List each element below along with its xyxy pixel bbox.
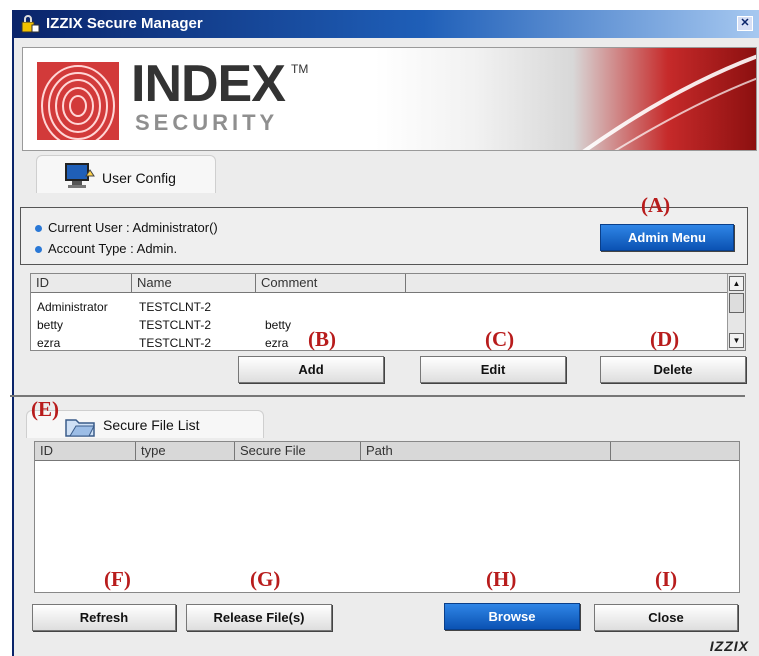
column-header-secure-file[interactable]: Secure File (235, 442, 361, 461)
cell-name: TESTCLNT-2 (139, 336, 212, 350)
cell-id: ezra (37, 336, 61, 350)
secure-file-table[interactable]: ID type Secure File Path (34, 441, 740, 593)
brand-sub-text: SECURITY (135, 110, 279, 135)
tab-label-user-config: User Config (102, 170, 176, 186)
column-header-path[interactable]: Path (361, 442, 611, 461)
column-header-id[interactable]: ID (35, 442, 136, 461)
annotation-label-i: (I) (655, 567, 678, 591)
cell-comment: betty (265, 318, 292, 332)
table-row[interactable]: ezra TESTCLNT-2 ezra (31, 336, 727, 350)
window-title: IZZIX Secure Manager (46, 15, 203, 32)
fingerprint-logo-icon (37, 62, 119, 140)
user-table-scrollbar[interactable]: ▲ ▼ (727, 274, 745, 350)
refresh-button[interactable]: Refresh (32, 604, 176, 631)
user-table-header: ID Name Comment (31, 274, 727, 293)
admin-menu-button[interactable]: Admin Menu (600, 224, 734, 251)
account-type-text: Account Type : Admin. (48, 241, 178, 256)
add-button[interactable]: Add (238, 356, 384, 383)
close-icon[interactable]: ✕ (737, 16, 753, 31)
annotation-label-a: (A) (641, 193, 671, 217)
title-bar: IZZIX Secure Manager ✕ (14, 10, 759, 38)
padlock-app-icon (21, 15, 40, 33)
annotation-label-g: (G) (250, 567, 281, 591)
brand-logo: INDEX SECURITY TM (131, 55, 308, 135)
izzix-footer-logo: IZZIX (709, 638, 749, 654)
current-user-line: Current User : Administrator() (35, 220, 218, 235)
annotation-label-b: (B) (308, 327, 336, 351)
trademark-mark: TM (291, 62, 309, 76)
delete-button[interactable]: Delete (600, 356, 746, 383)
brand-banner: INDEX SECURITY TM (22, 47, 757, 151)
user-table[interactable]: ID Name Comment Administrator TESTCLNT-2… (30, 273, 746, 351)
scroll-down-arrow-icon[interactable]: ▼ (729, 333, 744, 348)
user-config-computer-icon (65, 163, 95, 188)
brand-main-text: INDEX (131, 55, 286, 113)
cell-comment: ezra (265, 336, 289, 350)
annotation-label-h: (H) (486, 567, 517, 591)
table-row[interactable]: Administrator TESTCLNT-2 (31, 300, 727, 314)
secure-folder-icon (65, 419, 95, 437)
secure-file-table-header: ID type Secure File Path (35, 442, 739, 461)
banner-swoosh (582, 54, 756, 150)
browse-button[interactable]: Browse (444, 603, 580, 630)
column-header-comment[interactable]: Comment (256, 274, 406, 293)
close-button[interactable]: Close (594, 604, 738, 631)
table-row[interactable]: betty TESTCLNT-2 betty (31, 318, 727, 332)
scroll-thumb[interactable] (729, 293, 744, 313)
release-files-button[interactable]: Release File(s) (186, 604, 332, 631)
account-type-line: Account Type : Admin. (35, 241, 177, 256)
current-user-text: Current User : Administrator() (48, 220, 218, 235)
column-header-type[interactable]: type (136, 442, 235, 461)
column-header-name[interactable]: Name (132, 274, 256, 293)
column-header-id[interactable]: ID (31, 274, 132, 293)
cell-name: TESTCLNT-2 (139, 318, 212, 332)
annotation-label-e: (E) (31, 397, 59, 421)
section-divider (10, 395, 745, 397)
edit-button[interactable]: Edit (420, 356, 566, 383)
annotation-label-c: (C) (485, 327, 515, 351)
bullet-icon (35, 225, 42, 233)
bullet-icon (35, 246, 42, 254)
cell-id: betty (37, 318, 64, 332)
cell-id: Administrator (37, 300, 108, 314)
cell-name: TESTCLNT-2 (139, 300, 212, 314)
scroll-up-arrow-icon[interactable]: ▲ (729, 276, 744, 291)
annotation-label-f: (F) (104, 567, 131, 591)
annotation-label-d: (D) (650, 327, 680, 351)
tab-label-secure-file-list: Secure File List (103, 417, 200, 433)
